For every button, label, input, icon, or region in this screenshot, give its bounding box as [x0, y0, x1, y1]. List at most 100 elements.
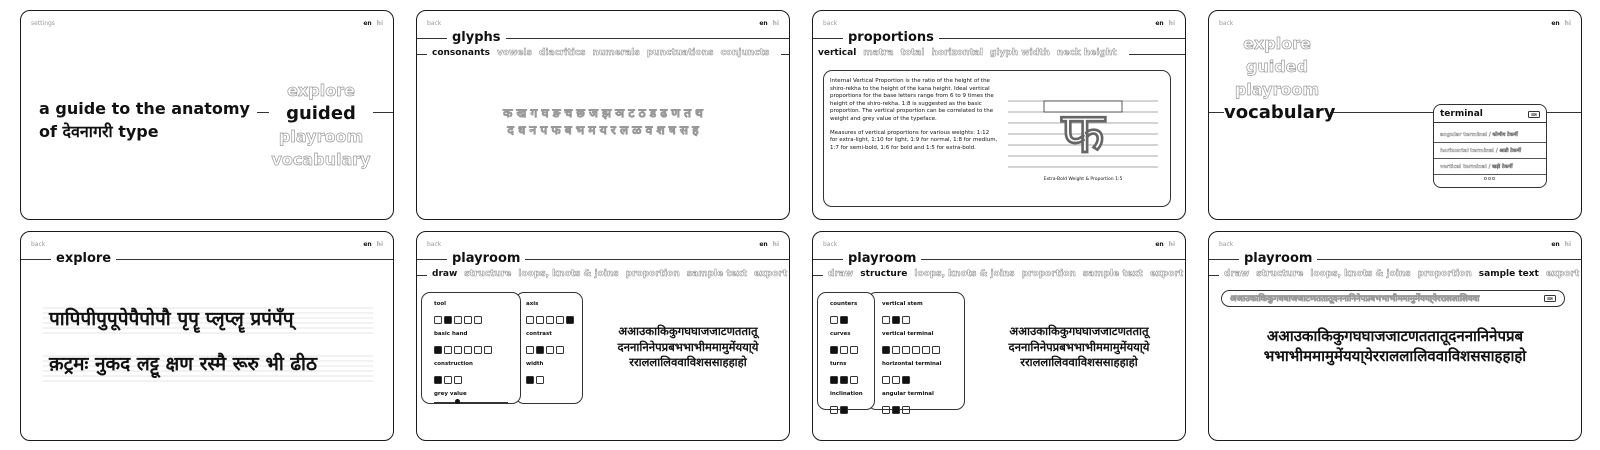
menu-explore[interactable]: explore	[1224, 32, 1330, 55]
tab-numerals[interactable]: numerals	[592, 48, 640, 59]
option-toggle[interactable]	[536, 375, 544, 384]
tab-punctuations[interactable]: punctuations	[646, 48, 713, 59]
option-toggle[interactable]	[474, 315, 482, 324]
tab-structure[interactable]: structure	[1256, 269, 1304, 280]
option-toggle[interactable]	[830, 375, 838, 384]
back-link[interactable]: back	[427, 241, 441, 248]
tab-total[interactable]: total	[900, 48, 924, 59]
lang-en[interactable]: en	[1155, 20, 1163, 27]
menu-guided[interactable]: guided	[1224, 55, 1330, 78]
option-toggle[interactable]	[474, 345, 482, 354]
settings-link[interactable]: settings	[31, 20, 55, 27]
option-toggle[interactable]	[526, 375, 534, 384]
option-toggle[interactable]	[444, 315, 452, 324]
option-toggle[interactable]	[892, 345, 900, 354]
option-toggle[interactable]	[526, 315, 534, 324]
tab-horizontal[interactable]: horizontal	[931, 48, 983, 59]
tab-sample-text[interactable]: sample text	[1083, 269, 1144, 280]
option-toggle[interactable]	[840, 405, 848, 414]
option-toggle[interactable]	[902, 405, 910, 414]
tab-structure[interactable]: structure	[464, 269, 512, 280]
option-toggle[interactable]	[556, 315, 564, 324]
option-toggle[interactable]	[536, 315, 544, 324]
lang-en[interactable]: en	[363, 241, 371, 248]
option-toggle[interactable]	[892, 375, 900, 384]
tab-structure[interactable]: structure	[860, 269, 907, 279]
result-item[interactable]: horizontal terminal / आडी टेकर्मी	[1440, 143, 1521, 159]
option-toggle[interactable]	[882, 375, 890, 384]
menu-guided[interactable]: guided	[269, 102, 373, 125]
option-toggle[interactable]	[546, 345, 554, 354]
lang-en[interactable]: en	[1551, 241, 1559, 248]
tab-draw[interactable]: draw	[432, 269, 457, 279]
lang-en[interactable]: en	[1155, 241, 1163, 248]
option-toggle[interactable]	[830, 345, 838, 354]
option-toggle[interactable]	[892, 405, 900, 414]
glyph-row-2[interactable]: द ध न प फ ब भ म य र ल ळ व श ष स ह	[417, 122, 789, 139]
option-toggle[interactable]	[840, 375, 848, 384]
option-toggle[interactable]	[454, 375, 462, 384]
option-toggle[interactable]	[454, 315, 462, 324]
tab-loops[interactable]: loops, knots & joins	[1310, 269, 1411, 280]
option-toggle[interactable]	[484, 345, 492, 354]
menu-playroom[interactable]: playroom	[269, 125, 373, 148]
lang-en[interactable]: en	[363, 20, 371, 27]
option-toggle[interactable]	[922, 345, 930, 354]
back-link[interactable]: back	[1219, 241, 1233, 248]
back-link[interactable]: back	[427, 20, 441, 27]
lang-hi[interactable]: hi	[377, 241, 383, 248]
tab-proportion[interactable]: proportion	[1021, 269, 1076, 280]
option-toggle[interactable]	[840, 345, 848, 354]
back-link[interactable]: back	[823, 20, 837, 27]
option-toggle[interactable]	[454, 345, 462, 354]
option-toggle[interactable]	[840, 315, 848, 324]
option-toggle[interactable]	[536, 345, 544, 354]
tab-conjuncts[interactable]: conjuncts	[720, 48, 769, 59]
back-link[interactable]: back	[823, 241, 837, 248]
sample-text-input[interactable]: अआउकाकिकुगघघाजजाटणततातूदननानिनेपप्रबभभाभ…	[1230, 293, 1534, 304]
option-toggle[interactable]	[444, 345, 452, 354]
lang-hi[interactable]: hi	[1169, 20, 1175, 27]
tab-loops[interactable]: loops, knots & joins	[914, 269, 1015, 280]
option-toggle[interactable]	[882, 315, 890, 324]
option-toggle[interactable]	[850, 375, 858, 384]
grey-value-slider[interactable]	[434, 399, 508, 405]
tab-glyph-width[interactable]: glyph width	[990, 48, 1050, 59]
menu-vocabulary[interactable]: vocabulary	[1224, 101, 1336, 124]
option-toggle[interactable]	[464, 345, 472, 354]
tab-vowels[interactable]: vowels	[497, 48, 532, 59]
tab-proportion[interactable]: proportion	[625, 269, 680, 280]
lang-hi[interactable]: hi	[1565, 20, 1571, 27]
menu-vocabulary[interactable]: vocabulary	[269, 148, 373, 171]
back-link[interactable]: back	[31, 241, 45, 248]
lang-hi[interactable]: hi	[773, 241, 779, 248]
option-toggle[interactable]	[546, 315, 554, 324]
tab-export[interactable]: export	[754, 269, 788, 280]
tab-diacritics[interactable]: diacritics	[539, 48, 586, 59]
option-toggle[interactable]	[434, 345, 442, 354]
tab-proportion[interactable]: proportion	[1417, 269, 1472, 280]
tab-loops[interactable]: loops, knots & joins	[518, 269, 619, 280]
menu-playroom[interactable]: playroom	[1224, 78, 1330, 101]
keyboard-icon[interactable]: ⌨	[1528, 111, 1540, 118]
option-toggle[interactable]	[902, 345, 910, 354]
tab-sample-text[interactable]: sample text	[1479, 269, 1539, 279]
explore-line-1[interactable]: पापिपीपुपूपेपैपोपौ पृपॄ प्लृप्लॄ प्रपंपँ…	[49, 305, 294, 331]
option-toggle[interactable]	[830, 315, 838, 324]
result-item[interactable]: angular terminal / कोणीय टेकर्मी	[1440, 127, 1521, 143]
lang-hi[interactable]: hi	[773, 20, 779, 27]
tab-neck-height[interactable]: neck height	[1057, 48, 1117, 59]
option-toggle[interactable]	[892, 315, 900, 324]
option-toggle[interactable]	[566, 315, 574, 324]
tab-consonants[interactable]: consonants	[432, 48, 490, 58]
option-toggle[interactable]	[464, 315, 472, 324]
option-toggle[interactable]	[902, 315, 910, 324]
option-toggle[interactable]	[882, 405, 890, 414]
option-toggle[interactable]	[850, 345, 858, 354]
keyboard-icon[interactable]: ⌨	[1544, 295, 1556, 302]
option-toggle[interactable]	[526, 345, 534, 354]
option-toggle[interactable]	[902, 375, 910, 384]
search-input[interactable]: terminal	[1440, 109, 1483, 119]
lang-en[interactable]: en	[1551, 20, 1559, 27]
lang-en[interactable]: en	[759, 20, 767, 27]
